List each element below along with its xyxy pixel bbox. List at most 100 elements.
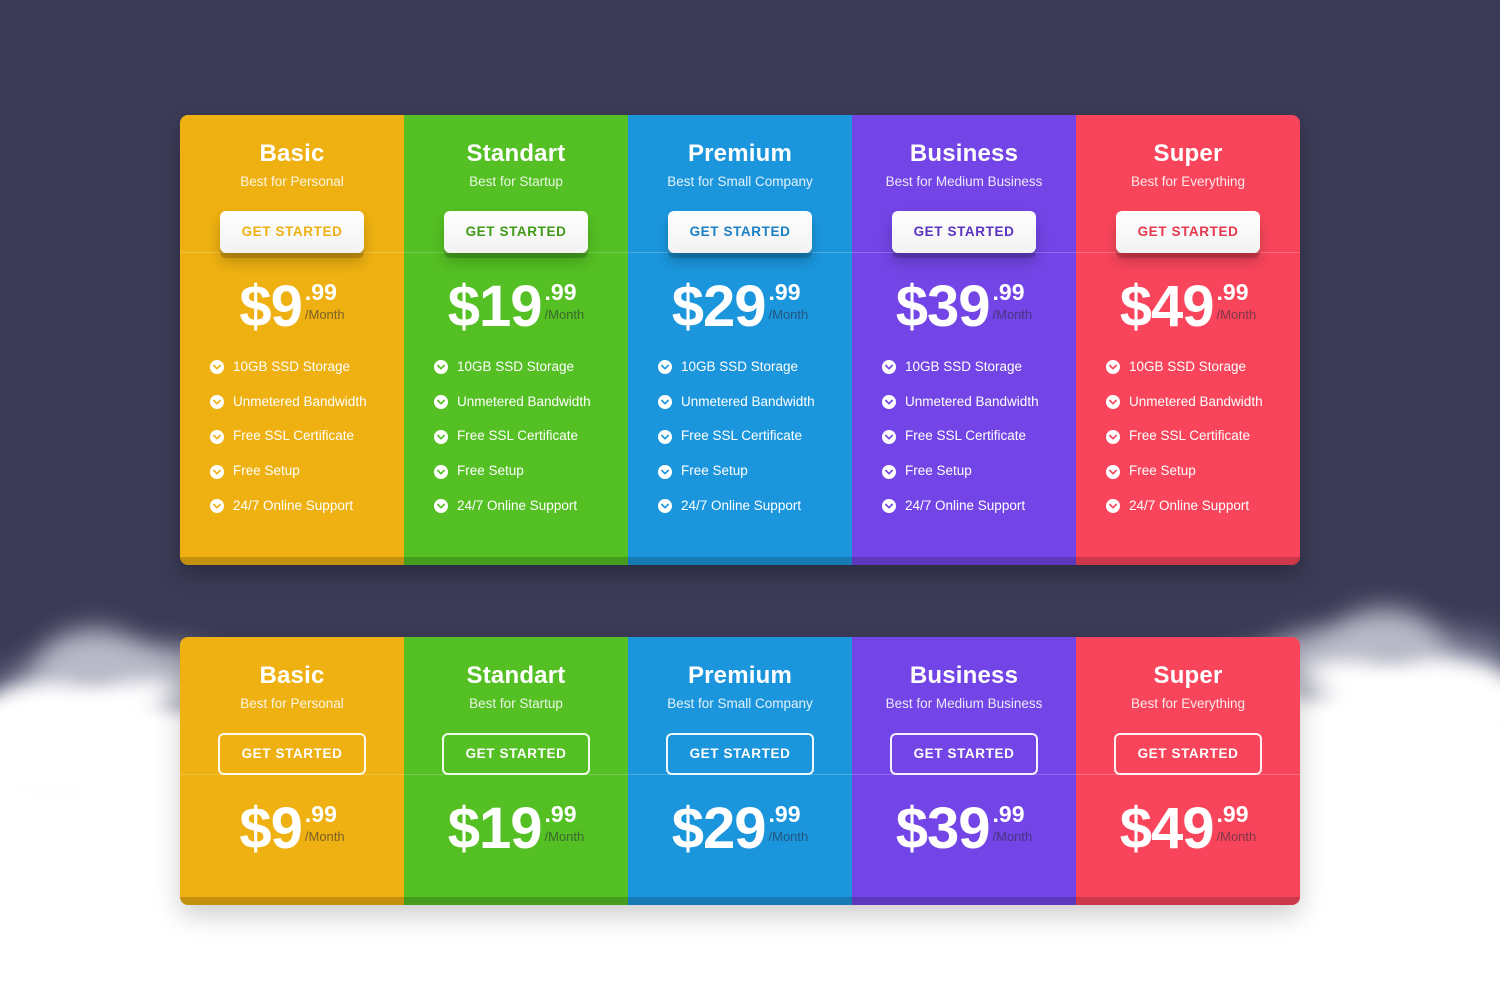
feature-item: Free Setup: [434, 463, 628, 479]
price-currency-symbol: $: [895, 273, 928, 339]
pricing-column-standart: Standart Best for Startup GET STARTED $19.9…: [404, 637, 628, 905]
price-amount: 29: [703, 795, 767, 861]
price-cents: .99: [304, 278, 337, 305]
feature-label: 24/7 Online Support: [905, 498, 1026, 514]
price-amount: 9: [270, 273, 303, 339]
price-amount: 29: [703, 273, 767, 339]
feature-item: Unmetered Bandwidth: [210, 394, 404, 410]
feature-label: Free Setup: [1129, 463, 1196, 479]
plan-header: Premium Best for Small Company GET STARTED: [628, 115, 852, 253]
get-started-button[interactable]: GET STARTED: [217, 732, 367, 775]
check-circle-icon: [882, 464, 896, 479]
plan-name: Basic: [259, 140, 325, 167]
check-circle-icon: [210, 394, 224, 409]
price-cents: .99: [304, 800, 337, 827]
feature-list: 10GB SSD Storage Unmetered Bandwidth Free …: [1076, 358, 1300, 514]
pricing-column-super: Super Best for Everything GET STARTED $49.9…: [1076, 637, 1300, 905]
section-divider: [404, 773, 628, 775]
cta-container: GET STARTED: [180, 210, 404, 253]
cta-container: GET STARTED: [628, 732, 852, 775]
price-period: /Month: [992, 828, 1033, 844]
check-circle-icon: [882, 499, 896, 514]
pricing-column-standart: Standart Best for Startup GET STARTED $19.9…: [404, 115, 628, 565]
cta-container: GET STARTED: [1076, 732, 1300, 775]
feature-item: 10GB SSD Storage: [1106, 358, 1300, 375]
feature-label: Unmetered Bandwidth: [1129, 393, 1263, 409]
plan-name: Business: [909, 140, 1019, 167]
price-period: /Month: [768, 306, 809, 322]
get-started-button[interactable]: GET STARTED: [441, 732, 591, 775]
pricing-column-business: Business Best for Medium Business GET STAR…: [852, 115, 1076, 565]
section-divider: [1076, 251, 1300, 253]
plan-header: Standart Best for Startup GET STARTED: [404, 115, 628, 253]
cta-container: GET STARTED: [852, 732, 1076, 775]
price-suffix-group: .99/Month: [304, 278, 345, 322]
feature-item: Free SSL Certificate: [882, 429, 1076, 444]
price-amount: 49: [1151, 273, 1215, 339]
cta-container: GET STARTED: [852, 210, 1076, 253]
price-amount: 19: [479, 795, 543, 861]
price-cents: .99: [992, 278, 1025, 305]
get-started-button[interactable]: GET STARTED: [219, 210, 365, 253]
price-cents: .99: [768, 278, 801, 305]
price-line: $9.99/Month: [239, 795, 345, 861]
feature-item: 24/7 Online Support: [658, 498, 852, 514]
feature-list: 10GB SSD Storage Unmetered Bandwidth Free …: [852, 359, 1076, 514]
pricing-column-premium: Premium Best for Small Company GET STARTED…: [628, 115, 852, 565]
price-cents: .99: [1216, 800, 1249, 827]
feature-label: 24/7 Online Support: [681, 498, 802, 514]
price-period: /Month: [304, 306, 345, 322]
feature-item: 24/7 Online Support: [882, 498, 1076, 514]
get-started-button[interactable]: GET STARTED: [1113, 732, 1263, 775]
plan-price-block: $49.99/Month 10GB SSD Storage Unmetered Ba…: [1076, 253, 1300, 514]
price-currency-symbol: $: [671, 795, 704, 861]
price-suffix-group: .99/Month: [992, 802, 1033, 844]
price-line: $19.99/Month: [448, 795, 585, 861]
price-line: $9.99/Month: [239, 273, 345, 339]
plan-tagline: Best for Startup: [469, 696, 563, 712]
plan-tagline: Best for Startup: [469, 174, 563, 190]
price-period: /Month: [304, 828, 345, 844]
check-circle-icon: [658, 429, 672, 444]
feature-item: Unmetered Bandwidth: [1106, 393, 1300, 410]
plan-header: Basic Best for Personal GET STARTED: [180, 115, 404, 253]
price-suffix-group: .99/Month: [545, 280, 585, 321]
feature-label: Unmetered Bandwidth: [457, 393, 591, 409]
price-currency-symbol: $: [239, 273, 271, 339]
feature-item: Unmetered Bandwidth: [658, 394, 852, 410]
plan-name: Business: [909, 662, 1019, 689]
cta-container: GET STARTED: [404, 210, 628, 253]
plan-header: Basic Best for Personal GET STARTED: [180, 637, 404, 775]
price-line: $29.99/Month: [671, 795, 809, 861]
plan-tagline: Best for Small Company: [667, 696, 813, 712]
feature-item: Free SSL Certificate: [1106, 429, 1300, 444]
feature-label: 24/7 Online Support: [1129, 498, 1250, 514]
check-circle-icon: [882, 429, 896, 444]
plan-tagline: Best for Everything: [1130, 174, 1246, 190]
feature-item: Free Setup: [658, 463, 852, 479]
price-line: $49.99/Month: [1119, 273, 1257, 339]
get-started-button[interactable]: GET STARTED: [443, 210, 589, 253]
plan-price-block: $19.99/Month 10GB SSD Storage Unmetered Ba…: [404, 253, 628, 514]
feature-item: 24/7 Online Support: [210, 498, 404, 514]
price-period: /Month: [1216, 306, 1257, 322]
feature-item: Unmetered Bandwidth: [434, 393, 628, 410]
section-divider: [852, 773, 1076, 775]
check-circle-icon: [882, 394, 896, 409]
feature-label: 10GB SSD Storage: [1129, 358, 1247, 374]
get-started-button[interactable]: GET STARTED: [889, 732, 1039, 775]
price-cents: .99: [768, 800, 801, 827]
cta-container: GET STARTED: [404, 732, 628, 775]
get-started-button[interactable]: GET STARTED: [667, 210, 813, 253]
get-started-button[interactable]: GET STARTED: [891, 210, 1037, 253]
price-suffix-group: .99/Month: [1216, 280, 1257, 322]
price-suffix-group: .99/Month: [768, 800, 809, 843]
get-started-button[interactable]: GET STARTED: [665, 732, 815, 775]
price-currency-symbol: $: [239, 795, 271, 861]
price-suffix-group: .99/Month: [1216, 800, 1257, 843]
price-currency-symbol: $: [447, 273, 480, 339]
price-currency-symbol: $: [1119, 273, 1152, 339]
get-started-button[interactable]: GET STARTED: [1115, 210, 1261, 253]
price-currency-symbol: $: [671, 273, 704, 339]
plan-header: Super Best for Everything GET STARTED: [1076, 115, 1300, 253]
